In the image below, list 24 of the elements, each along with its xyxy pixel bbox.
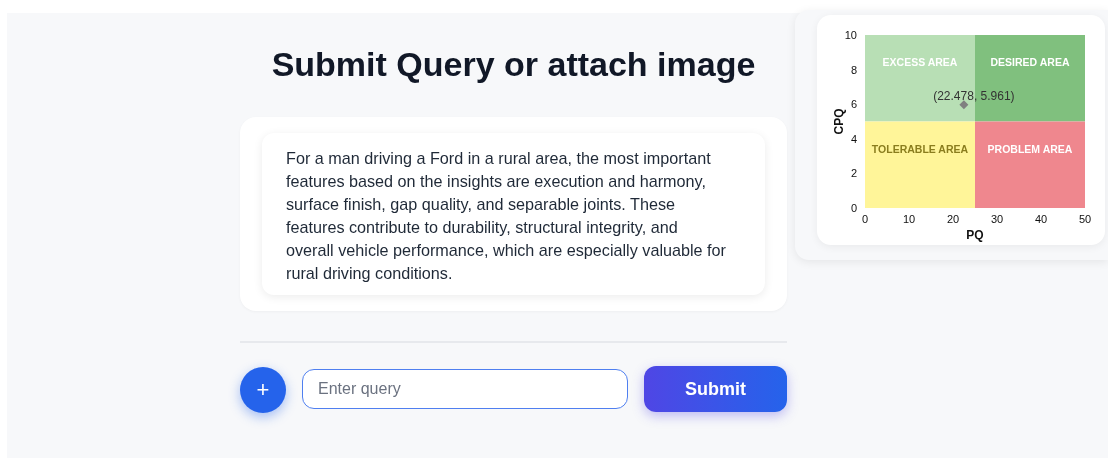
answer-text: For a man driving a Ford in a rural area, the most important features based on the insights are execution and harmony, surface finish, gap quality, and separable joints. These features contribute to durability, structural integrity, and overall vehicle performance, which are especially valuable for rural driving conditions. — [286, 148, 727, 284]
axis-tick-label: 0 — [850, 202, 857, 214]
attach-button[interactable]: + — [240, 367, 286, 413]
x-axis-label: PQ — [966, 228, 984, 242]
quadrant-label: EXCESS AREA — [882, 56, 958, 69]
query-field[interactable]: Enter query — [302, 369, 628, 409]
axis-tick-label: 30 — [990, 213, 1004, 225]
y-axis-label: CPQ — [832, 108, 846, 135]
quadrant-label: DESIRED AREA — [990, 56, 1070, 69]
axis-tick-label: 8 — [850, 63, 857, 76]
axis-tick-label: 2 — [850, 167, 857, 180]
point-label: (22.478, 5.961) — [933, 88, 1015, 103]
axis-tick-label: 40 — [1034, 213, 1048, 225]
axis-tick-label: 20 — [946, 213, 960, 225]
axis-tick-label: 10 — [902, 213, 916, 225]
page-heading: Submit Query or attach image — [270, 45, 757, 84]
axis-tick-label: 50 — [1078, 213, 1092, 225]
axis-tick-label: 10 — [844, 29, 857, 41]
quadrant-label: PROBLEM AREA — [987, 142, 1073, 155]
submit-button[interactable]: Submit — [643, 366, 787, 412]
quadrant-label: TOLERABLE AREA — [871, 142, 969, 155]
axis-tick-label: 6 — [850, 98, 857, 111]
axis-tick-label: 0 — [861, 213, 869, 225]
axis-tick-label: 4 — [850, 132, 857, 145]
